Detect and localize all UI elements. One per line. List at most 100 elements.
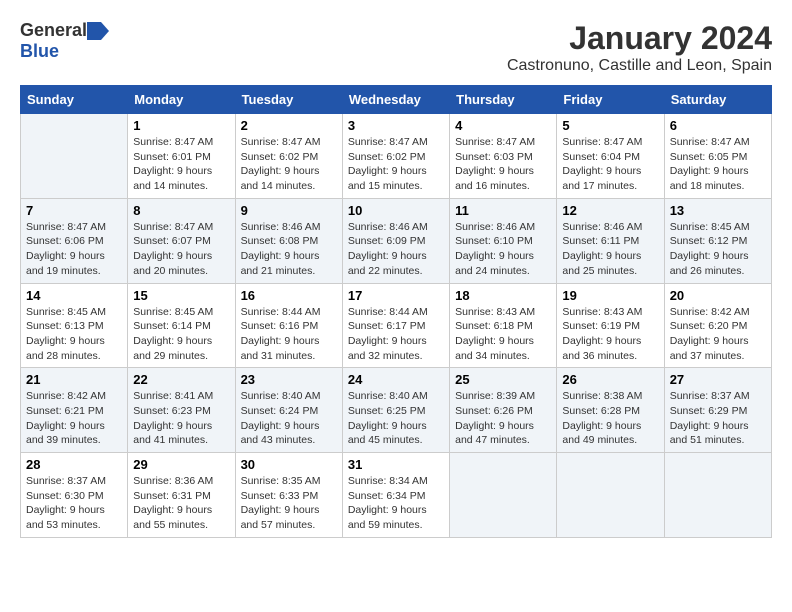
header-friday: Friday [557,86,664,114]
calendar-cell: 9Sunrise: 8:46 AM Sunset: 6:08 PM Daylig… [235,198,342,283]
day-number: 29 [133,457,229,472]
calendar-cell: 23 Sunrise: 8:40 AM Sunset: 6:24 PM Dayli… [235,368,342,453]
day-number: 28 [26,457,122,472]
day-info: Sunrise: 8:36 AM Sunset: 6:31 PM Dayligh… [133,474,229,533]
calendar-cell: 18 Sunrise: 8:43 AM Sunset: 6:18 PM Dayli… [450,283,557,368]
week-row-1: 7Sunrise: 8:47 AM Sunset: 6:06 PM Daylig… [21,198,772,283]
logo: General Blue [20,20,109,62]
day-number: 19 [562,288,658,303]
logo-blue-text: Blue [20,41,59,62]
day-number: 1 [133,118,229,133]
day-info: Sunrise: 8:37 AM Sunset: 6:29 PM Dayligh… [670,389,766,448]
day-number: 10 [348,203,444,218]
calendar-cell: 5 Sunrise: 8:47 AM Sunset: 6:04 PM Daylig… [557,114,664,199]
calendar-cell: 7Sunrise: 8:47 AM Sunset: 6:06 PM Daylig… [21,198,128,283]
day-number: 31 [348,457,444,472]
day-number: 14 [26,288,122,303]
calendar-cell [557,453,664,538]
calendar-cell: 31 Sunrise: 8:34 AM Sunset: 6:34 PM Dayli… [342,453,449,538]
day-info: Sunrise: 8:35 AM Sunset: 6:33 PM Dayligh… [241,474,337,533]
calendar-cell: 21Sunrise: 8:42 AM Sunset: 6:21 PM Dayli… [21,368,128,453]
day-info: Sunrise: 8:46 AM Sunset: 6:10 PM Dayligh… [455,220,551,279]
calendar-cell: 19 Sunrise: 8:43 AM Sunset: 6:19 PM Dayli… [557,283,664,368]
day-number: 3 [348,118,444,133]
calendar-cell: 12 Sunrise: 8:46 AM Sunset: 6:11 PM Dayli… [557,198,664,283]
day-info: Sunrise: 8:47 AM Sunset: 6:04 PM Dayligh… [562,135,658,194]
week-row-2: 14 Sunrise: 8:45 AM Sunset: 6:13 PM Dayli… [21,283,772,368]
day-number: 25 [455,372,551,387]
day-info: Sunrise: 8:46 AM Sunset: 6:11 PM Dayligh… [562,220,658,279]
day-number: 13 [670,203,766,218]
day-number: 7 [26,203,122,218]
day-info: Sunrise: 8:46 AM Sunset: 6:09 PM Dayligh… [348,220,444,279]
calendar-cell: 8Sunrise: 8:47 AM Sunset: 6:07 PM Daylig… [128,198,235,283]
calendar-cell: 14 Sunrise: 8:45 AM Sunset: 6:13 PM Dayli… [21,283,128,368]
day-number: 18 [455,288,551,303]
calendar-table: SundayMondayTuesdayWednesdayThursdayFrid… [20,85,772,538]
day-number: 20 [670,288,766,303]
logo-general-text: General [20,20,87,41]
day-number: 6 [670,118,766,133]
calendar-cell: 10 Sunrise: 8:46 AM Sunset: 6:09 PM Dayli… [342,198,449,283]
calendar-cell: 17Sunrise: 8:44 AM Sunset: 6:17 PM Dayli… [342,283,449,368]
day-number: 23 [241,372,337,387]
week-row-0: 1 Sunrise: 8:47 AM Sunset: 6:01 PM Daylig… [21,114,772,199]
day-info: Sunrise: 8:42 AM Sunset: 6:20 PM Dayligh… [670,305,766,364]
day-info: Sunrise: 8:37 AM Sunset: 6:30 PM Dayligh… [26,474,122,533]
day-info: Sunrise: 8:45 AM Sunset: 6:13 PM Dayligh… [26,305,122,364]
day-info: Sunrise: 8:47 AM Sunset: 6:01 PM Dayligh… [133,135,229,194]
day-info: Sunrise: 8:46 AM Sunset: 6:08 PM Dayligh… [241,220,337,279]
day-info: Sunrise: 8:45 AM Sunset: 6:14 PM Dayligh… [133,305,229,364]
day-number: 11 [455,203,551,218]
calendar-cell: 24Sunrise: 8:40 AM Sunset: 6:25 PM Dayli… [342,368,449,453]
day-info: Sunrise: 8:43 AM Sunset: 6:18 PM Dayligh… [455,305,551,364]
day-info: Sunrise: 8:44 AM Sunset: 6:16 PM Dayligh… [241,305,337,364]
day-info: Sunrise: 8:40 AM Sunset: 6:24 PM Dayligh… [241,389,337,448]
calendar-cell: 6Sunrise: 8:47 AM Sunset: 6:05 PM Daylig… [664,114,771,199]
day-info: Sunrise: 8:47 AM Sunset: 6:03 PM Dayligh… [455,135,551,194]
calendar-cell [450,453,557,538]
calendar-cell: 27 Sunrise: 8:37 AM Sunset: 6:29 PM Dayli… [664,368,771,453]
day-info: Sunrise: 8:45 AM Sunset: 6:12 PM Dayligh… [670,220,766,279]
day-number: 21 [26,372,122,387]
day-number: 17 [348,288,444,303]
calendar-cell: 1 Sunrise: 8:47 AM Sunset: 6:01 PM Daylig… [128,114,235,199]
calendar-cell: 30 Sunrise: 8:35 AM Sunset: 6:33 PM Dayli… [235,453,342,538]
calendar-cell: 29 Sunrise: 8:36 AM Sunset: 6:31 PM Dayli… [128,453,235,538]
header-thursday: Thursday [450,86,557,114]
calendar-cell: 2 Sunrise: 8:47 AM Sunset: 6:02 PM Daylig… [235,114,342,199]
day-number: 22 [133,372,229,387]
day-number: 27 [670,372,766,387]
day-info: Sunrise: 8:47 AM Sunset: 6:02 PM Dayligh… [241,135,337,194]
calendar-cell: 26Sunrise: 8:38 AM Sunset: 6:28 PM Dayli… [557,368,664,453]
calendar-cell: 16 Sunrise: 8:44 AM Sunset: 6:16 PM Dayli… [235,283,342,368]
calendar-cell: 25 Sunrise: 8:39 AM Sunset: 6:26 PM Dayli… [450,368,557,453]
header: General Blue January 2024 Castronuno, Ca… [20,20,772,75]
day-info: Sunrise: 8:39 AM Sunset: 6:26 PM Dayligh… [455,389,551,448]
day-info: Sunrise: 8:40 AM Sunset: 6:25 PM Dayligh… [348,389,444,448]
title-area: January 2024 Castronuno, Castille and Le… [507,20,772,75]
calendar-cell: 20 Sunrise: 8:42 AM Sunset: 6:20 PM Dayli… [664,283,771,368]
calendar-cell: 11 Sunrise: 8:46 AM Sunset: 6:10 PM Dayli… [450,198,557,283]
day-info: Sunrise: 8:41 AM Sunset: 6:23 PM Dayligh… [133,389,229,448]
day-number: 2 [241,118,337,133]
day-number: 16 [241,288,337,303]
day-info: Sunrise: 8:47 AM Sunset: 6:02 PM Dayligh… [348,135,444,194]
calendar-cell: 13 Sunrise: 8:45 AM Sunset: 6:12 PM Dayli… [664,198,771,283]
month-title: January 2024 [507,20,772,57]
header-saturday: Saturday [664,86,771,114]
calendar-body: 1 Sunrise: 8:47 AM Sunset: 6:01 PM Daylig… [21,114,772,538]
week-row-3: 21Sunrise: 8:42 AM Sunset: 6:21 PM Dayli… [21,368,772,453]
location-subtitle: Castronuno, Castille and Leon, Spain [507,57,772,75]
day-info: Sunrise: 8:34 AM Sunset: 6:34 PM Dayligh… [348,474,444,533]
header-wednesday: Wednesday [342,86,449,114]
day-number: 5 [562,118,658,133]
calendar-cell: 28 Sunrise: 8:37 AM Sunset: 6:30 PM Dayli… [21,453,128,538]
day-number: 12 [562,203,658,218]
calendar-cell [21,114,128,199]
day-number: 30 [241,457,337,472]
day-number: 4 [455,118,551,133]
day-number: 8 [133,203,229,218]
day-number: 26 [562,372,658,387]
day-info: Sunrise: 8:43 AM Sunset: 6:19 PM Dayligh… [562,305,658,364]
